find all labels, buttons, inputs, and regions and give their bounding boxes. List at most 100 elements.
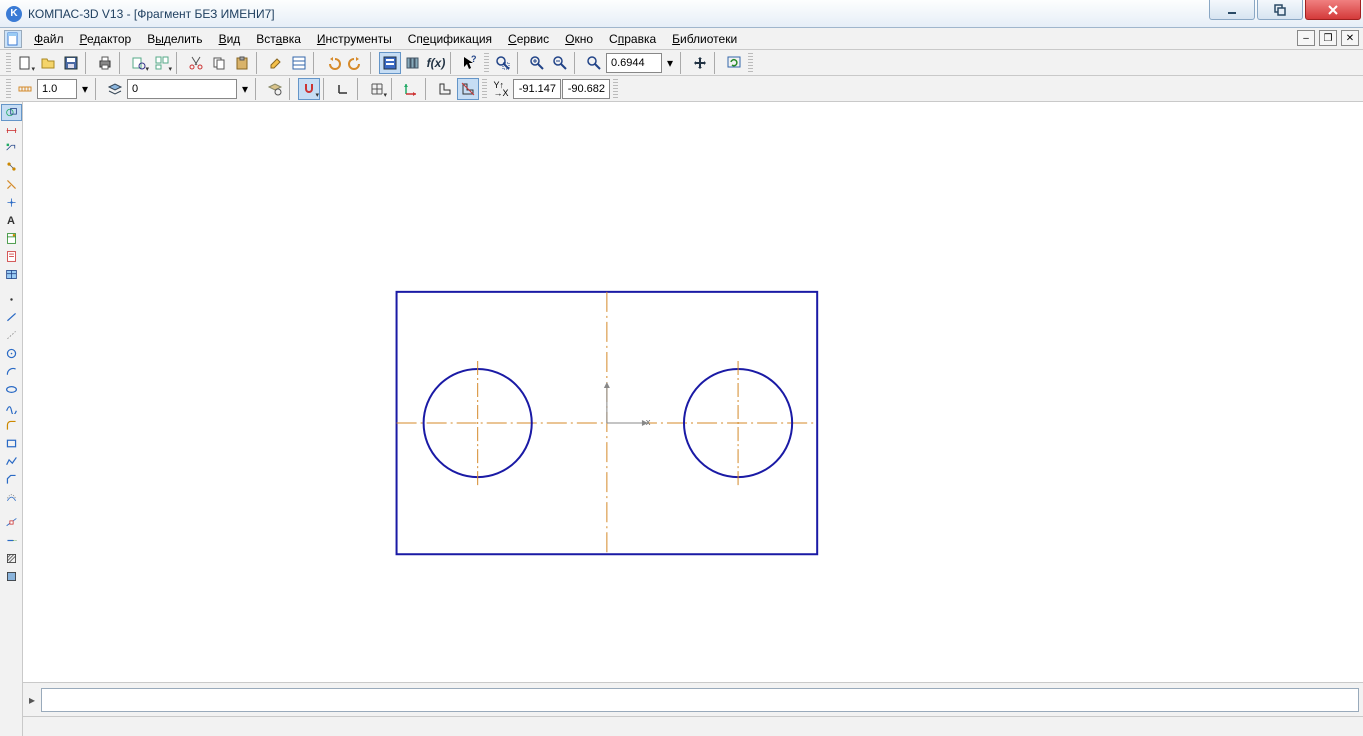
point-tool-button[interactable] (1, 291, 22, 308)
format-paint-button[interactable] (265, 52, 287, 74)
zoom-out-button[interactable] (549, 52, 571, 74)
help-cursor-button[interactable]: ? (459, 52, 481, 74)
child-restore-button[interactable]: ❐ (1319, 30, 1337, 46)
polyline-tool-button[interactable] (1, 453, 22, 470)
properties-button[interactable] (288, 52, 310, 74)
menu-service[interactable]: Сервис (500, 30, 557, 48)
step-dropdown-button[interactable]: ▾ (78, 78, 92, 100)
status-bar (23, 716, 1363, 736)
grid-button[interactable]: ▾ (366, 78, 388, 100)
canvas-wrap: x ▸ (23, 102, 1363, 736)
ortho-button[interactable] (332, 78, 354, 100)
zoom-in-button[interactable] (526, 52, 548, 74)
snap-toggle-button[interactable]: ▾ (298, 78, 320, 100)
zoom-dropdown-button[interactable]: ▾ (663, 52, 677, 74)
copy-button[interactable] (208, 52, 230, 74)
layer-value-input[interactable] (127, 79, 237, 99)
titlebar: K КОМПАС-3D V13 - [Фрагмент БЕЗ ИМЕНИ7] (0, 0, 1363, 28)
rect-tool-button[interactable] (1, 435, 22, 452)
page-layout-button[interactable]: ▾ (151, 52, 173, 74)
drawing-canvas[interactable]: x (23, 102, 1363, 682)
paste-button[interactable] (231, 52, 253, 74)
report-mode-button[interactable] (1, 248, 22, 265)
toolbar-handle[interactable] (613, 79, 618, 99)
measure-mode-button[interactable] (1, 194, 22, 211)
print-button[interactable] (94, 52, 116, 74)
app-icon: K (6, 6, 22, 22)
child-close-button[interactable]: ✕ (1341, 30, 1359, 46)
menu-insert[interactable]: Вставка (248, 30, 309, 48)
new-button[interactable]: ▾ (14, 52, 36, 74)
chamfer-tool-button[interactable] (1, 471, 22, 488)
layer-dropdown-button[interactable]: ▾ (238, 78, 252, 100)
menu-view[interactable]: Вид (211, 30, 249, 48)
menu-select[interactable]: Выделить (139, 30, 210, 48)
geometry-mode-button[interactable] (1, 104, 22, 121)
child-minimize-button[interactable]: – (1297, 30, 1315, 46)
hatch-tool-button[interactable] (1, 550, 22, 567)
coord-x-input[interactable] (513, 79, 561, 99)
command-input[interactable] (41, 688, 1359, 712)
manager-button[interactable] (379, 52, 401, 74)
trim-tool-button[interactable] (1, 514, 22, 531)
layer-settings-button[interactable] (264, 78, 286, 100)
ellipse-tool-button[interactable] (1, 381, 22, 398)
close-button[interactable] (1305, 0, 1361, 20)
redo-button[interactable] (345, 52, 367, 74)
params-mode-button[interactable] (1, 176, 22, 193)
refresh-button[interactable] (723, 52, 745, 74)
coord-y-input[interactable] (562, 79, 610, 99)
zoom-value-input[interactable] (606, 53, 662, 73)
menu-spec[interactable]: Спецификация (400, 30, 500, 48)
step-value-input[interactable] (37, 79, 77, 99)
aux-line-tool-button[interactable] (1, 327, 22, 344)
undo-button[interactable] (322, 52, 344, 74)
preview-button[interactable]: ▾ (128, 52, 150, 74)
toolbar-handle[interactable] (482, 79, 487, 99)
text-mode-button[interactable]: A (1, 212, 22, 229)
toolbar-handle[interactable] (6, 79, 11, 99)
document-menu-icon[interactable] (4, 30, 22, 48)
fill-tool-button[interactable] (1, 568, 22, 585)
bottom-bar: ▸ (23, 682, 1363, 716)
menu-libs[interactable]: Библиотеки (664, 30, 745, 48)
mode-button-1[interactable] (434, 78, 456, 100)
circle-tool-button[interactable] (1, 345, 22, 362)
arc-tool-button[interactable] (1, 363, 22, 380)
zoom-scale-button[interactable] (583, 52, 605, 74)
toolbar-handle[interactable] (6, 53, 11, 73)
maximize-button[interactable] (1257, 0, 1303, 20)
toolbar-handle[interactable] (484, 53, 489, 73)
library-button[interactable] (402, 52, 424, 74)
menu-tools[interactable]: Инструменты (309, 30, 400, 48)
menu-window[interactable]: Окно (557, 30, 601, 48)
pan-button[interactable] (689, 52, 711, 74)
open-button[interactable] (37, 52, 59, 74)
fillet-tool-button[interactable] (1, 417, 22, 434)
mode-button-2[interactable] (457, 78, 479, 100)
toolbar-handle[interactable] (748, 53, 753, 73)
cut-button[interactable] (185, 52, 207, 74)
minimize-button[interactable] (1209, 0, 1255, 20)
menu-editor[interactable]: Редактор (72, 30, 140, 48)
menu-help[interactable]: Справка (601, 30, 664, 48)
local-cs-button[interactable] (400, 78, 422, 100)
edit-mode-button[interactable] (1, 158, 22, 175)
dimensions-mode-button[interactable] (1, 122, 22, 139)
toolbar-separator (370, 52, 376, 74)
layers-button[interactable] (104, 78, 126, 100)
variables-button[interactable]: f(x) (425, 52, 447, 74)
extend-tool-button[interactable] (1, 532, 22, 549)
expand-handle-icon[interactable]: ▸ (27, 688, 37, 712)
annotation-mode-button[interactable] (1, 140, 22, 157)
line-tool-button[interactable] (1, 309, 22, 326)
menu-file[interactable]: Файл (26, 30, 72, 48)
offset-tool-button[interactable] (1, 489, 22, 506)
spline-tool-button[interactable] (1, 399, 22, 416)
step-button[interactable] (14, 78, 36, 100)
spec-mode-button[interactable] (1, 230, 22, 247)
zoom-window-button[interactable] (492, 52, 514, 74)
coords-mode-button[interactable]: Y↑→X (490, 78, 512, 100)
save-button[interactable] (60, 52, 82, 74)
table-mode-button[interactable] (1, 266, 22, 283)
